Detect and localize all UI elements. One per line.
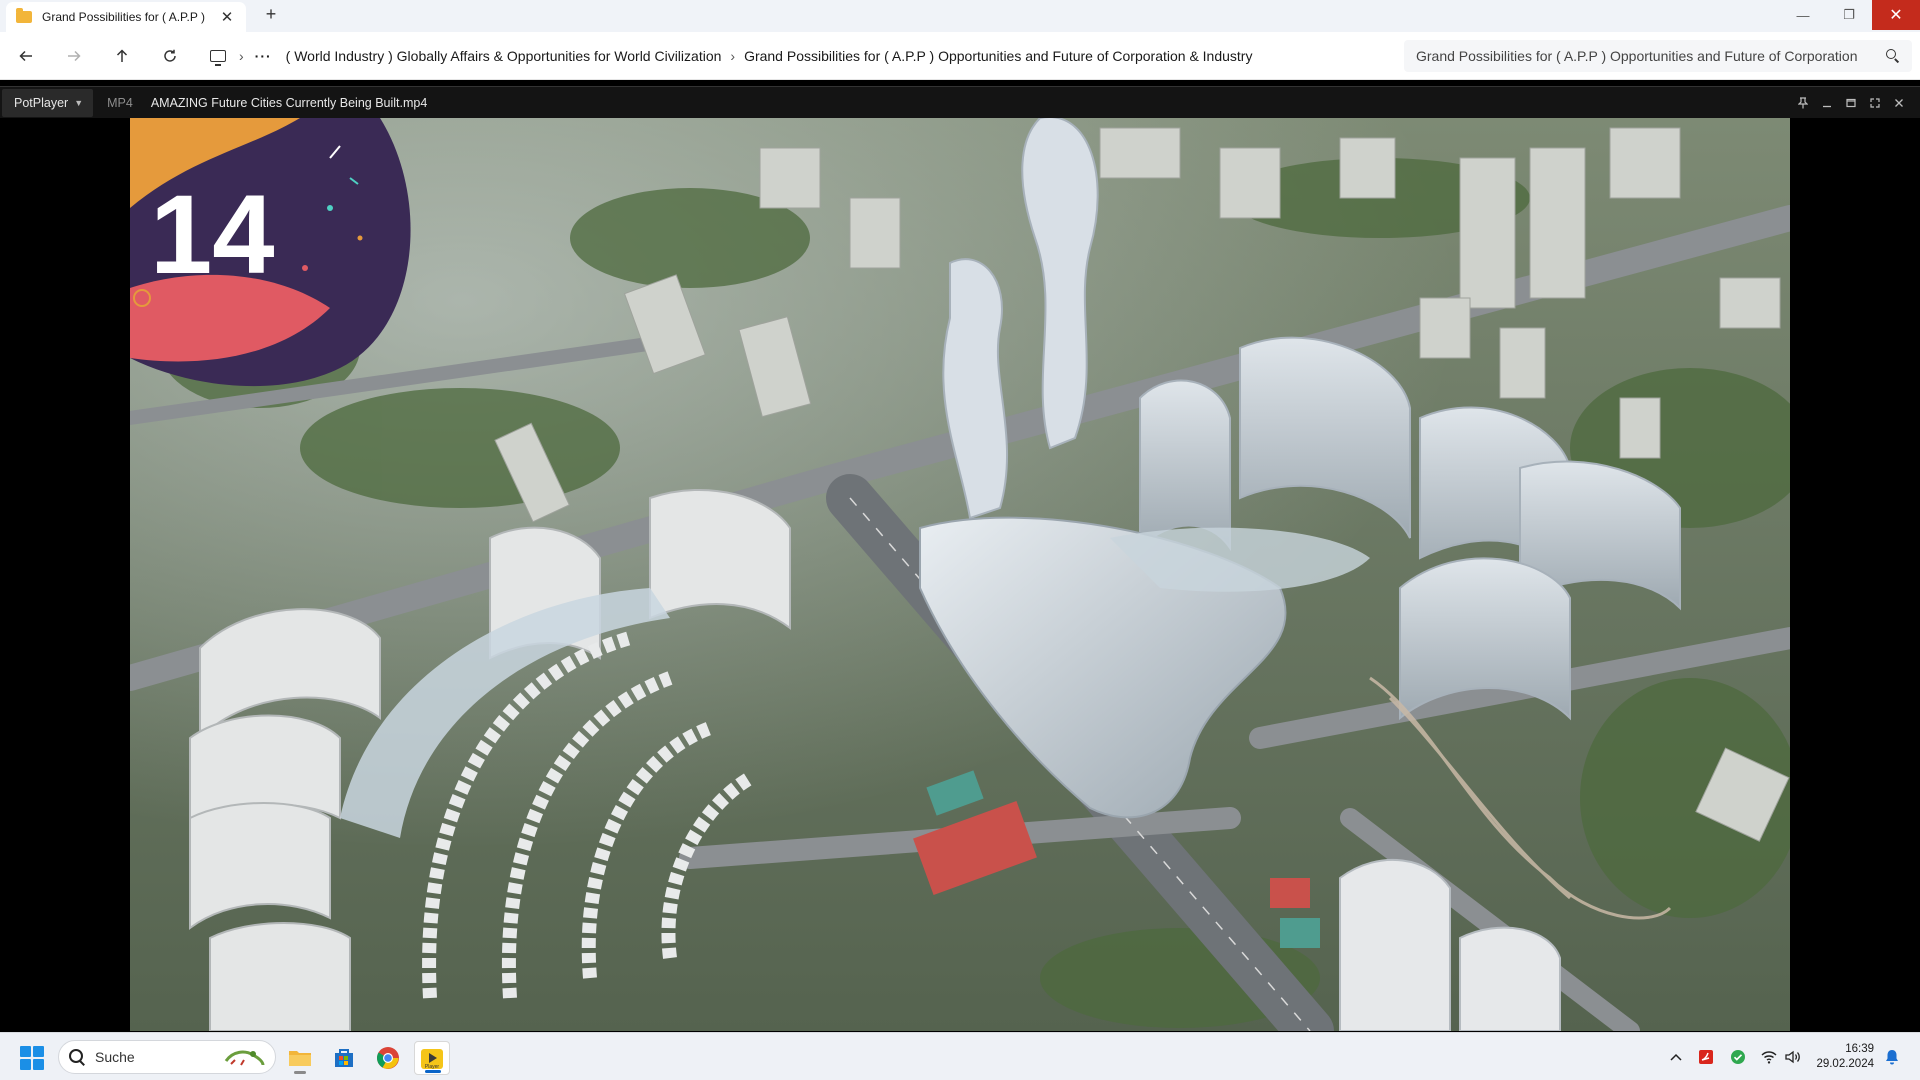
taskbar-potplayer[interactable]: Player: [414, 1041, 450, 1075]
wifi-icon: [1761, 1051, 1777, 1064]
player-minimize-icon[interactable]: [1817, 93, 1837, 113]
breadcrumb-item-world-industry[interactable]: ( World Industry ) Globally Affairs & Op…: [286, 48, 722, 64]
taskbar-file-explorer[interactable]: [282, 1041, 318, 1075]
bell-icon: [1886, 1050, 1898, 1065]
arrow-left-icon: [19, 50, 32, 62]
volume-control[interactable]: [1782, 1041, 1804, 1073]
back-button[interactable]: [12, 42, 40, 70]
tray-pdf-app[interactable]: [1694, 1041, 1718, 1073]
chevron-up-icon: [1670, 1053, 1682, 1061]
potplayer-menu-button[interactable]: PotPlayer ▼: [2, 88, 94, 117]
maximize-button[interactable]: ❐: [1826, 0, 1872, 30]
notifications-button[interactable]: [1880, 1041, 1904, 1073]
speaker-icon: [1785, 1050, 1800, 1064]
taskbar-search-box[interactable]: Suche: [58, 1040, 276, 1074]
explorer-navigation-bar: › ··· ( World Industry ) Globally Affair…: [0, 32, 1920, 80]
chevron-right-icon: ›: [730, 48, 736, 64]
taskbar: Suche Player 16:39 29.02.2024: [0, 1032, 1920, 1080]
breadcrumb-item-grand-possibilities[interactable]: Grand Possibilities for ( A.P.P ) Opport…: [744, 48, 1252, 64]
search-icon[interactable]: [1886, 49, 1900, 63]
chevron-right-icon: ›: [239, 48, 244, 64]
explorer-tab[interactable]: Grand Possibilities for ( A.P.P ) ✕: [6, 2, 246, 32]
close-window-button[interactable]: ✕: [1872, 0, 1920, 30]
video-frame[interactable]: 14: [130, 118, 1790, 1031]
search-field-text: Grand Possibilities for ( A.P.P ) Opport…: [1416, 48, 1858, 64]
more-locations-button[interactable]: ···: [255, 48, 272, 64]
pin-icon[interactable]: [1793, 93, 1813, 113]
windows-start-icon[interactable]: [20, 1046, 44, 1070]
forward-button[interactable]: [60, 42, 88, 70]
network-status[interactable]: [1758, 1041, 1780, 1073]
potplayer-title-bar: PotPlayer ▼ MP4 AMAZING Future Cities Cu…: [0, 86, 1920, 118]
active-indicator: [425, 1070, 441, 1073]
tray-security-app[interactable]: [1726, 1041, 1750, 1073]
player-maximize-icon[interactable]: [1841, 93, 1861, 113]
store-icon: [335, 1049, 353, 1067]
security-check-icon: [1731, 1050, 1745, 1064]
minimize-button[interactable]: —: [1780, 0, 1826, 30]
video-filename: AMAZING Future Cities Currently Being Bu…: [150, 95, 428, 110]
taskbar-microsoft-store[interactable]: [326, 1041, 362, 1075]
file-format-label: MP4: [107, 95, 133, 110]
taskbar-chrome[interactable]: [370, 1041, 406, 1075]
chrome-icon: [377, 1047, 399, 1069]
folder-icon: [16, 8, 32, 23]
this-pc-icon[interactable]: [210, 50, 226, 66]
explorer-title-bar: Grand Possibilities for ( A.P.P ) ✕ + — …: [0, 0, 1920, 32]
tab-close-icon[interactable]: ✕: [218, 8, 236, 26]
arrow-right-icon: [68, 50, 81, 62]
search-icon: [69, 1049, 85, 1065]
pdf-reader-icon: [1699, 1050, 1713, 1064]
breadcrumb[interactable]: › ··· ( World Industry ) Globally Affair…: [210, 40, 1400, 72]
up-button[interactable]: [108, 42, 136, 70]
explorer-search-field[interactable]: Grand Possibilities for ( A.P.P ) Opport…: [1404, 40, 1912, 72]
taskbar-search-label: Suche: [95, 1049, 135, 1065]
clock-date: 29.02.2024: [1816, 1058, 1874, 1070]
player-fullscreen-icon[interactable]: [1865, 93, 1885, 113]
arrow-up-icon: [116, 49, 128, 62]
episode-number: 14: [150, 172, 275, 297]
city-aerial-render: 14: [130, 118, 1790, 1031]
tab-title: Grand Possibilities for ( A.P.P ): [42, 10, 205, 24]
potplayer-menu-label: PotPlayer: [14, 95, 69, 110]
show-hidden-icons-button[interactable]: [1664, 1041, 1688, 1073]
player-close-icon[interactable]: [1889, 93, 1909, 113]
episode-number-overlay: 14: [130, 118, 411, 387]
search-highlight-frog-icon: [224, 1050, 265, 1066]
file-explorer-icon: [289, 1051, 311, 1066]
refresh-button[interactable]: [156, 42, 184, 70]
system-clock[interactable]: 16:39 29.02.2024: [1808, 1042, 1874, 1072]
new-tab-button[interactable]: +: [260, 4, 282, 25]
clock-time: 16:39: [1845, 1043, 1874, 1055]
potplayer-icon: Player: [421, 1049, 443, 1070]
running-indicator: [294, 1071, 306, 1074]
refresh-icon: [164, 49, 176, 62]
chevron-down-icon: ▼: [74, 97, 84, 108]
